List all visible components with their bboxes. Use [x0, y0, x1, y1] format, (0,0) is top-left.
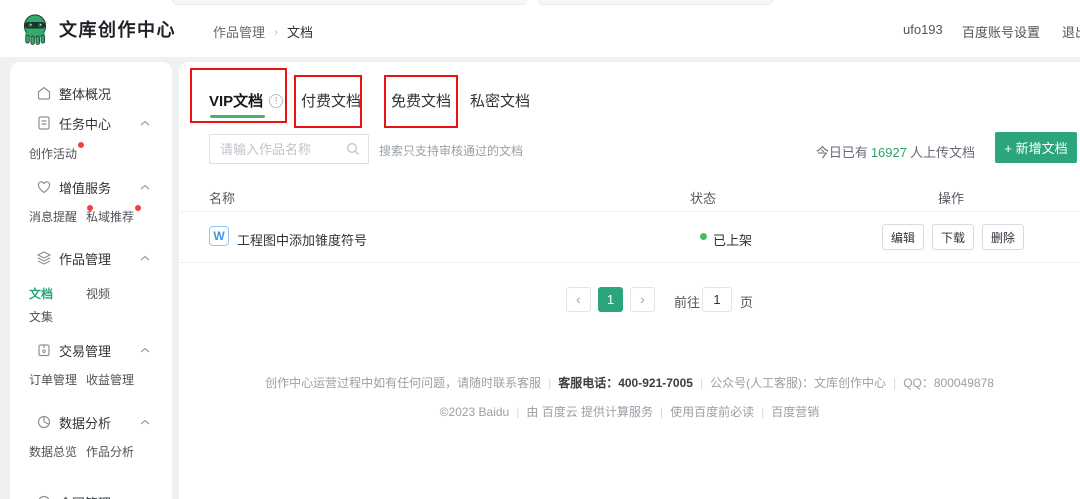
table-row: W 工程图中添加锥度符号 已上架 编辑 下载 删除	[179, 212, 1080, 263]
sidebar-item-data-overview[interactable]: 数据总览	[29, 443, 86, 460]
sidebar-subgroup-trade: 订单管理 收益管理	[10, 370, 172, 388]
breadcrumb-current: 文档	[287, 22, 313, 41]
goto-page-label: 前往	[674, 292, 700, 311]
breadcrumb-separator-icon: ›	[274, 25, 278, 39]
account-settings-link[interactable]: 百度账号设置	[962, 22, 1040, 41]
sidebar-item-collections[interactable]: 文集	[29, 308, 53, 325]
chevron-up-icon[interactable]	[140, 347, 150, 353]
browser-tab-remnant	[172, 0, 527, 5]
breadcrumb-section[interactable]: 作品管理	[213, 22, 265, 41]
prev-page-button[interactable]: ‹	[566, 287, 591, 312]
squid-mascot-icon	[20, 13, 50, 45]
sidebar-subgroup-task: 创作活动	[10, 144, 172, 162]
sidebar-item-creation-activity[interactable]: 创作活动	[29, 145, 77, 162]
sidebar-item-data-analysis[interactable]: 数据分析	[10, 412, 172, 432]
sidebar-subgroup-works-row2: 文集	[10, 307, 172, 325]
footer-copyright-line: ©2023 Baidu|由 百度云 提供计算服务|使用百度前必读|百度营销	[179, 403, 1080, 420]
app-logo[interactable]: 文库创作中心	[20, 13, 176, 45]
delete-button[interactable]: 删除	[982, 224, 1024, 250]
upload-stat: 今日已有16927人上传文档	[816, 142, 975, 161]
sidebar-item-documents[interactable]: 文档	[29, 285, 86, 302]
word-file-icon: W	[209, 226, 229, 246]
chevron-up-icon[interactable]	[140, 120, 150, 126]
active-tab-underline	[210, 115, 265, 118]
column-header-name: 名称	[209, 188, 235, 207]
username-link[interactable]: ufo193	[903, 22, 943, 37]
task-list-icon	[36, 115, 52, 131]
sidebar-item-works-analysis[interactable]: 作品分析	[86, 443, 134, 460]
sidebar-subgroup-vas: 消息提醒 私域推荐	[10, 207, 172, 225]
circle-icon	[36, 494, 52, 499]
sidebar-item-videos[interactable]: 视频	[86, 285, 110, 302]
app-logo-text: 文库创作中心	[59, 16, 176, 42]
column-header-status: 状态	[690, 188, 716, 207]
tab-private-documents[interactable]: 私密文档	[470, 90, 530, 111]
add-document-button[interactable]: + 新增文档	[995, 132, 1077, 163]
document-title[interactable]: 工程图中添加锥度符号	[237, 230, 367, 249]
sidebar-item-works-management[interactable]: 作品管理	[10, 248, 172, 268]
top-header: 文库创作中心 作品管理 › 文档 ufo193 百度账号设置 退出	[0, 0, 1080, 57]
sidebar-item-revenue-management[interactable]: 收益管理	[86, 371, 134, 388]
info-icon[interactable]: !	[269, 94, 283, 108]
current-page-button[interactable]: 1	[598, 287, 623, 312]
status-dot-icon	[700, 233, 707, 240]
search-box	[209, 134, 369, 164]
column-header-actions: 操作	[938, 188, 964, 207]
upload-count: 16927	[871, 145, 907, 160]
tab-vip-documents[interactable]: VIP文档 !	[209, 90, 283, 111]
tab-free-documents[interactable]: 免费文档	[391, 90, 451, 111]
goto-page-input[interactable]	[702, 287, 732, 312]
sidebar-subgroup-works-row1: 文档 视频	[10, 284, 172, 302]
browser-tab-remnant	[538, 0, 773, 5]
home-icon	[36, 85, 52, 101]
heart-icon	[36, 179, 52, 195]
order-box-icon	[36, 342, 52, 358]
chevron-up-icon[interactable]	[140, 184, 150, 190]
sidebar-item-overview[interactable]: 整体概况	[10, 83, 172, 103]
support-phone: 客服电话：400-921-7005	[558, 376, 693, 390]
next-page-button[interactable]: ›	[630, 287, 655, 312]
sidebar: 整体概况 任务中心 创作活动 增值服务 消息提醒 私域推荐	[10, 62, 172, 499]
tab-paid-documents[interactable]: 付费文档	[301, 90, 361, 111]
sidebar-item-task-center[interactable]: 任务中心	[10, 113, 172, 133]
chevron-up-icon[interactable]	[140, 255, 150, 261]
sidebar-item-contract-management[interactable]: 合同管理	[10, 492, 172, 499]
sidebar-item-message-reminder[interactable]: 消息提醒	[29, 208, 86, 225]
main-content: VIP文档 ! 付费文档 免费文档 私密文档 搜索只支持审核通过的文档 今日已有…	[179, 62, 1080, 499]
breadcrumb: 作品管理 › 文档	[213, 22, 313, 41]
chevron-up-icon[interactable]	[140, 419, 150, 425]
download-button[interactable]: 下载	[932, 224, 974, 250]
sidebar-item-order-management[interactable]: 订单管理	[29, 371, 86, 388]
search-hint-text: 搜索只支持审核通过的文档	[379, 142, 523, 159]
sidebar-item-trade-management[interactable]: 交易管理	[10, 340, 172, 360]
search-input[interactable]	[210, 142, 346, 157]
logout-link[interactable]: 退出	[1062, 22, 1080, 41]
sidebar-item-private-recommend[interactable]: 私域推荐	[86, 208, 134, 225]
edit-button[interactable]: 编辑	[882, 224, 924, 250]
status-text: 已上架	[713, 230, 752, 249]
layers-icon	[36, 250, 52, 266]
search-icon[interactable]	[346, 142, 360, 156]
goto-page-unit: 页	[740, 292, 753, 311]
sidebar-item-value-added-services[interactable]: 增值服务	[10, 177, 172, 197]
table-header: 名称 状态 操作	[179, 182, 1080, 212]
sidebar-subgroup-analytics: 数据总览 作品分析	[10, 442, 172, 460]
pie-chart-icon	[36, 414, 52, 430]
footer-support-line: 创作中心运营过程中如有任何问题，请随时联系客服|客服电话：400-921-700…	[179, 374, 1080, 391]
